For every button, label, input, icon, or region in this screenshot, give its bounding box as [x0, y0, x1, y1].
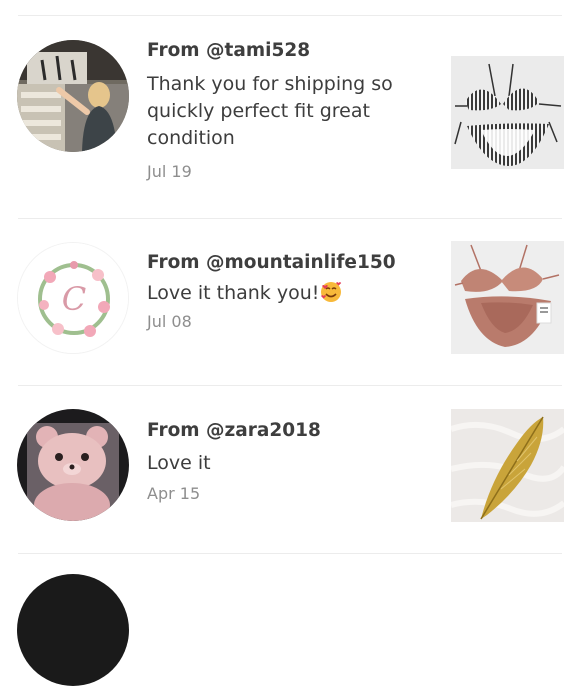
- avatar[interactable]: [17, 574, 129, 686]
- divider: [18, 385, 562, 386]
- floral-wreath-avatar: C: [18, 243, 128, 353]
- avatar-photo: [17, 40, 129, 152]
- review-comment-text: Love it thank you!: [147, 282, 320, 304]
- review-comment: Thank you for shipping so quickly perfec…: [147, 73, 393, 149]
- avatar-letter: C: [62, 280, 86, 318]
- review-meta: From @zara2018 Love it Apr 15: [147, 418, 432, 505]
- review-date: Jul 08: [147, 312, 192, 331]
- review-comment: Love it: [147, 452, 211, 474]
- review-author[interactable]: From @zara2018: [147, 418, 432, 444]
- review-meta: From @tami528 Thank you for shipping so …: [147, 38, 432, 183]
- gold-feather-image: [451, 409, 564, 522]
- rose-bikini-image: [451, 241, 564, 354]
- review-date: Jul 19: [147, 162, 192, 181]
- teddy-bear-avatar: [17, 409, 129, 521]
- divider-top: [18, 15, 562, 16]
- review-author[interactable]: From @tami528: [147, 38, 432, 64]
- listing-thumbnail[interactable]: [451, 409, 564, 522]
- review-author[interactable]: From @mountainlife150: [147, 250, 432, 276]
- avatar[interactable]: [17, 409, 129, 521]
- divider: [18, 218, 562, 219]
- striped-bikini-image: [451, 56, 564, 169]
- review-comment: Love it thank you!: [147, 280, 432, 307]
- avatar[interactable]: C: [17, 242, 129, 354]
- divider: [18, 553, 562, 554]
- review-date: Apr 15: [147, 484, 201, 503]
- listing-thumbnail[interactable]: [451, 241, 564, 354]
- listing-thumbnail[interactable]: [451, 56, 564, 169]
- avatar[interactable]: [17, 40, 129, 152]
- review-meta: From @mountainlife150 Love it thank you!…: [147, 250, 432, 333]
- smiling-face-with-hearts-icon: [321, 282, 342, 302]
